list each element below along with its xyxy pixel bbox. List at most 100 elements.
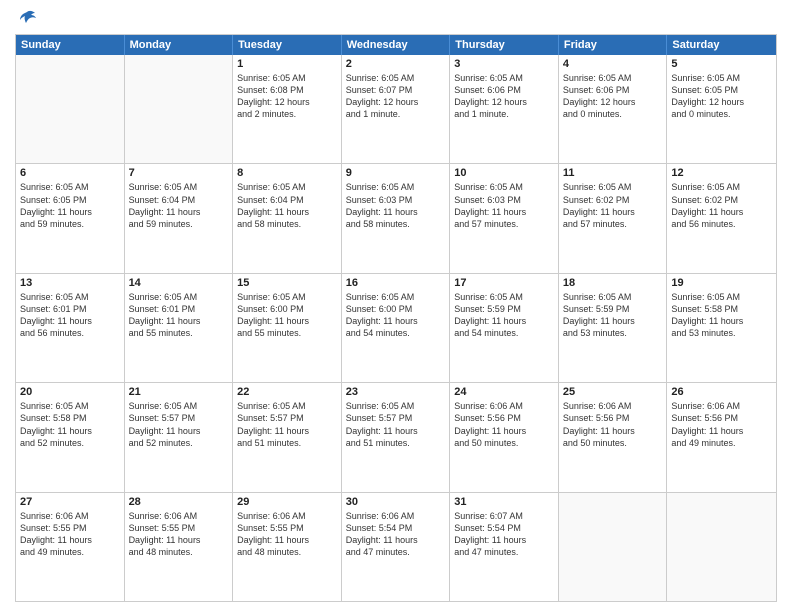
cell-info: Sunrise: 6:05 AMSunset: 5:59 PMDaylight:… — [563, 291, 663, 340]
calendar-cell: 15 Sunrise: 6:05 AMSunset: 6:00 PMDayligh… — [233, 274, 342, 382]
cell-info: Sunrise: 6:06 AMSunset: 5:55 PMDaylight:… — [129, 510, 229, 559]
calendar-cell: 25Sunrise: 6:06 AMSunset: 5:56 PMDayligh… — [559, 383, 668, 491]
day-number: 28 — [129, 496, 229, 508]
calendar-cell — [16, 55, 125, 163]
cell-info: Sunrise: 6:06 AMSunset: 5:54 PMDaylight:… — [346, 510, 446, 559]
day-number: 6 — [20, 167, 120, 179]
calendar-cell: 17 Sunrise: 6:05 AMSunset: 5:59 PMDayligh… — [450, 274, 559, 382]
day-number: 22 — [237, 386, 337, 398]
day-number: 9 — [346, 167, 446, 179]
day-number: 8 — [237, 167, 337, 179]
calendar-row-1: 6 Sunrise: 6:05 AMSunset: 6:05 PMDaylight… — [16, 163, 776, 272]
cell-info: Sunrise: 6:07 AMSunset: 5:54 PMDaylight:… — [454, 510, 554, 559]
calendar-body: 1 Sunrise: 6:05 AMSunset: 6:08 PMDaylight… — [16, 55, 776, 601]
cell-info: Sunrise: 6:05 AMSunset: 6:01 PMDaylight:… — [20, 291, 120, 340]
header-day-sunday: Sunday — [16, 35, 125, 55]
day-number: 11 — [563, 167, 663, 179]
day-number: 12 — [671, 167, 772, 179]
logo — [15, 10, 37, 28]
calendar-row-0: 1 Sunrise: 6:05 AMSunset: 6:08 PMDaylight… — [16, 55, 776, 163]
calendar-cell: 3 Sunrise: 6:05 AMSunset: 6:06 PMDaylight… — [450, 55, 559, 163]
calendar-cell: 5Sunrise: 6:05 AMSunset: 6:05 PMDaylight… — [667, 55, 776, 163]
header — [15, 10, 777, 28]
cell-info: Sunrise: 6:05 AMSunset: 5:57 PMDaylight:… — [237, 400, 337, 449]
calendar-cell: 22 Sunrise: 6:05 AMSunset: 5:57 PMDayligh… — [233, 383, 342, 491]
cell-info: Sunrise: 6:05 AMSunset: 6:08 PMDaylight:… — [237, 72, 337, 121]
calendar-header: SundayMondayTuesdayWednesdayThursdayFrid… — [16, 35, 776, 55]
day-number: 25 — [563, 386, 663, 398]
day-number: 23 — [346, 386, 446, 398]
day-number: 4 — [563, 58, 663, 70]
day-number: 29 — [237, 496, 337, 508]
header-day-saturday: Saturday — [667, 35, 776, 55]
cell-info: Sunrise: 6:06 AMSunset: 5:56 PMDaylight:… — [454, 400, 554, 449]
cell-info: Sunrise: 6:06 AMSunset: 5:55 PMDaylight:… — [237, 510, 337, 559]
calendar-cell: 10Sunrise: 6:05 AMSunset: 6:03 PMDayligh… — [450, 164, 559, 272]
calendar-cell: 7 Sunrise: 6:05 AMSunset: 6:04 PMDaylight… — [125, 164, 234, 272]
header-day-friday: Friday — [559, 35, 668, 55]
page: SundayMondayTuesdayWednesdayThursdayFrid… — [0, 0, 792, 612]
calendar-cell: 1 Sunrise: 6:05 AMSunset: 6:08 PMDaylight… — [233, 55, 342, 163]
day-number: 19 — [671, 277, 772, 289]
day-number: 1 — [237, 58, 337, 70]
calendar-cell: 31 Sunrise: 6:07 AMSunset: 5:54 PMDayligh… — [450, 493, 559, 601]
calendar-cell: 26 Sunrise: 6:06 AMSunset: 5:56 PMDayligh… — [667, 383, 776, 491]
calendar-row-2: 13 Sunrise: 6:05 AMSunset: 6:01 PMDayligh… — [16, 273, 776, 382]
cell-info: Sunrise: 6:05 AMSunset: 6:04 PMDaylight:… — [129, 181, 229, 230]
logo-bird-icon — [17, 10, 37, 28]
cell-info: Sunrise: 6:05 AMSunset: 6:01 PMDaylight:… — [129, 291, 229, 340]
day-number: 31 — [454, 496, 554, 508]
calendar-cell — [559, 493, 668, 601]
cell-info: Sunrise: 6:06 AMSunset: 5:56 PMDaylight:… — [671, 400, 772, 449]
calendar-cell: 16Sunrise: 6:05 AMSunset: 6:00 PMDayligh… — [342, 274, 451, 382]
day-number: 18 — [563, 277, 663, 289]
calendar-cell: 30 Sunrise: 6:06 AMSunset: 5:54 PMDayligh… — [342, 493, 451, 601]
calendar-cell: 13 Sunrise: 6:05 AMSunset: 6:01 PMDayligh… — [16, 274, 125, 382]
cell-info: Sunrise: 6:05 AMSunset: 5:57 PMDaylight:… — [346, 400, 446, 449]
day-number: 15 — [237, 277, 337, 289]
cell-info: Sunrise: 6:05 AMSunset: 5:59 PMDaylight:… — [454, 291, 554, 340]
day-number: 30 — [346, 496, 446, 508]
day-number: 13 — [20, 277, 120, 289]
cell-info: Sunrise: 6:05 AMSunset: 6:02 PMDaylight:… — [671, 181, 772, 230]
calendar-row-4: 27 Sunrise: 6:06 AMSunset: 5:55 PMDayligh… — [16, 492, 776, 601]
header-day-monday: Monday — [125, 35, 234, 55]
day-number: 26 — [671, 386, 772, 398]
cell-info: Sunrise: 6:05 AMSunset: 6:05 PMDaylight:… — [20, 181, 120, 230]
cell-info: Sunrise: 6:05 AMSunset: 6:03 PMDaylight:… — [346, 181, 446, 230]
calendar-cell: 29 Sunrise: 6:06 AMSunset: 5:55 PMDayligh… — [233, 493, 342, 601]
day-number: 20 — [20, 386, 120, 398]
header-day-wednesday: Wednesday — [342, 35, 451, 55]
calendar-cell: 6 Sunrise: 6:05 AMSunset: 6:05 PMDaylight… — [16, 164, 125, 272]
header-day-thursday: Thursday — [450, 35, 559, 55]
cell-info: Sunrise: 6:05 AMSunset: 6:06 PMDaylight:… — [563, 72, 663, 121]
calendar-cell: 12 Sunrise: 6:05 AMSunset: 6:02 PMDayligh… — [667, 164, 776, 272]
calendar-cell: 23 Sunrise: 6:05 AMSunset: 5:57 PMDayligh… — [342, 383, 451, 491]
day-number: 5 — [671, 58, 772, 70]
calendar-cell: 8 Sunrise: 6:05 AMSunset: 6:04 PMDaylight… — [233, 164, 342, 272]
calendar-cell: 9 Sunrise: 6:05 AMSunset: 6:03 PMDaylight… — [342, 164, 451, 272]
cell-info: Sunrise: 6:05 AMSunset: 6:03 PMDaylight:… — [454, 181, 554, 230]
day-number: 3 — [454, 58, 554, 70]
cell-info: Sunrise: 6:05 AMSunset: 6:00 PMDaylight:… — [237, 291, 337, 340]
calendar-cell: 27Sunrise: 6:06 AMSunset: 5:55 PMDayligh… — [16, 493, 125, 601]
cell-info: Sunrise: 6:05 AMSunset: 6:07 PMDaylight:… — [346, 72, 446, 121]
calendar-cell: 11 Sunrise: 6:05 AMSunset: 6:02 PMDayligh… — [559, 164, 668, 272]
day-number: 24 — [454, 386, 554, 398]
cell-info: Sunrise: 6:05 AMSunset: 6:04 PMDaylight:… — [237, 181, 337, 230]
cell-info: Sunrise: 6:05 AMSunset: 6:06 PMDaylight:… — [454, 72, 554, 121]
calendar: SundayMondayTuesdayWednesdayThursdayFrid… — [15, 34, 777, 602]
calendar-cell: 4 Sunrise: 6:05 AMSunset: 6:06 PMDaylight… — [559, 55, 668, 163]
day-number: 27 — [20, 496, 120, 508]
calendar-cell: 28 Sunrise: 6:06 AMSunset: 5:55 PMDayligh… — [125, 493, 234, 601]
calendar-cell — [667, 493, 776, 601]
day-number: 16 — [346, 277, 446, 289]
calendar-cell — [125, 55, 234, 163]
header-day-tuesday: Tuesday — [233, 35, 342, 55]
day-number: 14 — [129, 277, 229, 289]
day-number: 17 — [454, 277, 554, 289]
cell-info: Sunrise: 6:05 AMSunset: 6:02 PMDaylight:… — [563, 181, 663, 230]
cell-info: Sunrise: 6:05 AMSunset: 5:58 PMDaylight:… — [20, 400, 120, 449]
day-number: 7 — [129, 167, 229, 179]
calendar-cell: 20 Sunrise: 6:05 AMSunset: 5:58 PMDayligh… — [16, 383, 125, 491]
